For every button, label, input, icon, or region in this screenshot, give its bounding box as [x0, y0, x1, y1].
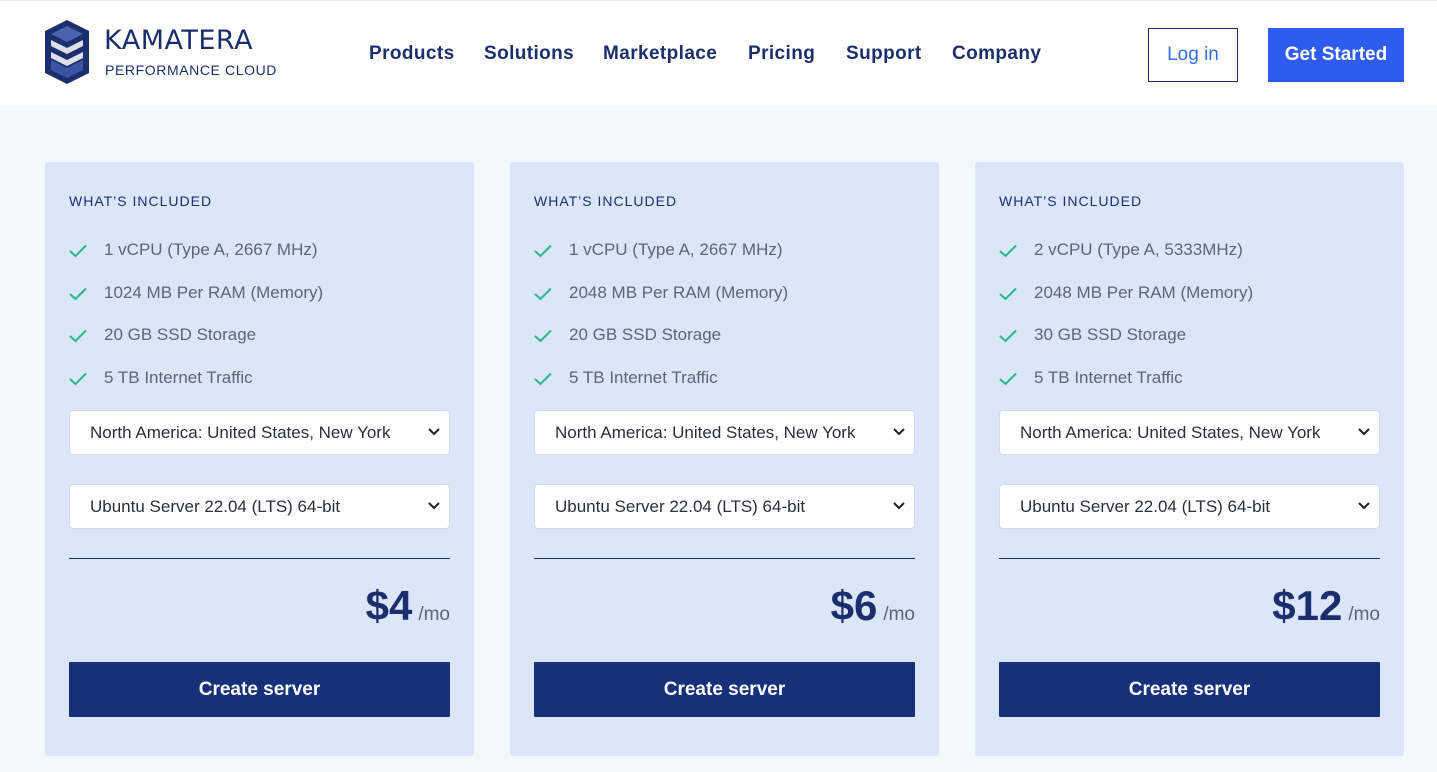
- os-select[interactable]: Ubuntu Server 22.04 (LTS) 64-bit: [999, 484, 1380, 529]
- check-icon: [999, 372, 1017, 386]
- check-icon: [534, 287, 552, 301]
- location-select[interactable]: North America: United States, New York, …: [69, 410, 450, 455]
- nav-item-marketplace[interactable]: Marketplace: [603, 43, 717, 65]
- price-amount: $12: [1272, 582, 1343, 629]
- os-select[interactable]: Ubuntu Server 22.04 (LTS) 64-bit: [534, 484, 915, 529]
- feature-text: 1 vCPU (Type A, 2667 MHz): [569, 240, 783, 259]
- plan-card: WHAT’S INCLUDED 2 vCPU (Type A, 5333MHz)…: [975, 162, 1404, 756]
- feature-text: 5 TB Internet Traffic: [104, 368, 253, 387]
- check-icon: [534, 372, 552, 386]
- check-icon: [69, 287, 87, 301]
- feature-item: 1024 MB Per RAM (Memory): [69, 283, 449, 307]
- feature-text: 5 TB Internet Traffic: [569, 368, 718, 387]
- price-period: /mo: [1348, 604, 1380, 625]
- location-select[interactable]: North America: United States, New York, …: [534, 410, 915, 455]
- get-started-button[interactable]: Get Started: [1268, 28, 1404, 82]
- card-heading: WHAT’S INCLUDED: [999, 193, 1143, 209]
- price-period: /mo: [418, 604, 450, 625]
- check-icon: [69, 329, 87, 343]
- os-select[interactable]: Ubuntu Server 22.04 (LTS) 64-bit: [69, 484, 450, 529]
- feature-item: 2 vCPU (Type A, 5333MHz): [999, 240, 1379, 264]
- price-amount: $6: [830, 582, 878, 629]
- nav-item-support[interactable]: Support: [846, 43, 922, 65]
- card-divider: [69, 558, 450, 559]
- feature-text: 2048 MB Per RAM (Memory): [569, 283, 789, 302]
- feature-item: 5 TB Internet Traffic: [999, 368, 1379, 392]
- create-server-button[interactable]: Create server: [534, 662, 915, 717]
- card-divider: [999, 558, 1380, 559]
- location-value: North America: United States, New York, …: [90, 423, 390, 442]
- chevron-down-icon: [1358, 502, 1370, 510]
- nav-item-company[interactable]: Company: [952, 43, 1041, 65]
- os-value: Ubuntu Server 22.04 (LTS) 64-bit: [1020, 497, 1271, 516]
- price-amount: $4: [365, 582, 413, 629]
- create-server-button[interactable]: Create server: [999, 662, 1380, 717]
- feature-text: 30 GB SSD Storage: [1034, 325, 1187, 344]
- feature-text: 20 GB SSD Storage: [569, 325, 722, 344]
- nav-item-solutions[interactable]: Solutions: [484, 43, 574, 65]
- feature-text: 1024 MB Per RAM (Memory): [104, 283, 324, 302]
- check-icon: [534, 244, 552, 258]
- chevron-down-icon: [893, 502, 905, 510]
- location-select[interactable]: North America: United States, New York, …: [999, 410, 1380, 455]
- feature-item: 30 GB SSD Storage: [999, 325, 1379, 349]
- check-icon: [999, 329, 1017, 343]
- feature-item: 1 vCPU (Type A, 2667 MHz): [69, 240, 449, 264]
- feature-item: 2048 MB Per RAM (Memory): [999, 283, 1379, 307]
- feature-item: 2048 MB Per RAM (Memory): [534, 283, 914, 307]
- login-button[interactable]: Log in: [1148, 28, 1238, 82]
- feature-text: 5 TB Internet Traffic: [1034, 368, 1183, 387]
- chevron-down-icon: [1358, 428, 1370, 436]
- card-heading: WHAT’S INCLUDED: [534, 193, 678, 209]
- plan-card: WHAT’S INCLUDED 1 vCPU (Type A, 2667 MHz…: [45, 162, 474, 756]
- price-period: /mo: [883, 604, 915, 625]
- os-value: Ubuntu Server 22.04 (LTS) 64-bit: [90, 497, 341, 516]
- check-icon: [999, 287, 1017, 301]
- site-header: KAMATERA PERFORMANCE CLOUD Products Solu…: [0, 0, 1437, 106]
- chevron-down-icon: [893, 428, 905, 436]
- chevron-down-icon: [428, 428, 440, 436]
- feature-text: 1 vCPU (Type A, 2667 MHz): [104, 240, 318, 259]
- check-icon: [69, 372, 87, 386]
- feature-text: 2 vCPU (Type A, 5333MHz): [1034, 240, 1243, 259]
- feature-text: 20 GB SSD Storage: [104, 325, 257, 344]
- check-icon: [69, 244, 87, 258]
- location-value: North America: United States, New York, …: [1020, 423, 1320, 442]
- price: $6 /mo: [831, 582, 915, 632]
- os-value: Ubuntu Server 22.04 (LTS) 64-bit: [555, 497, 806, 516]
- check-icon: [999, 244, 1017, 258]
- price: $4 /mo: [366, 582, 450, 632]
- feature-item: 20 GB SSD Storage: [69, 325, 449, 349]
- chevron-down-icon: [428, 502, 440, 510]
- create-server-button[interactable]: Create server: [69, 662, 450, 717]
- plan-card: WHAT’S INCLUDED 1 vCPU (Type A, 2667 MHz…: [510, 162, 939, 756]
- feature-item: 1 vCPU (Type A, 2667 MHz): [534, 240, 914, 264]
- card-divider: [534, 558, 915, 559]
- nav-item-pricing[interactable]: Pricing: [748, 43, 815, 65]
- feature-item: 5 TB Internet Traffic: [534, 368, 914, 392]
- location-value: North America: United States, New York, …: [555, 423, 855, 442]
- feature-item: 5 TB Internet Traffic: [69, 368, 449, 392]
- feature-text: 2048 MB Per RAM (Memory): [1034, 283, 1254, 302]
- check-icon: [534, 329, 552, 343]
- price: $12 /mo: [1272, 582, 1380, 632]
- feature-item: 20 GB SSD Storage: [534, 325, 914, 349]
- nav-item-products[interactable]: Products: [369, 43, 455, 65]
- card-heading: WHAT’S INCLUDED: [69, 193, 213, 209]
